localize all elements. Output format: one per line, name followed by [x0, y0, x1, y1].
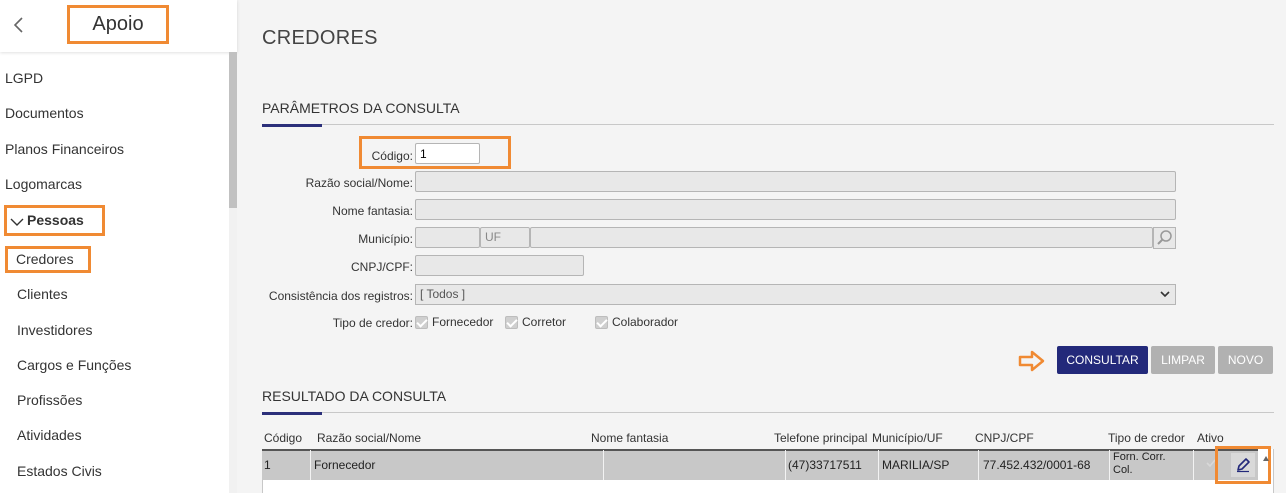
- cell-municipio: MARILIA/SP: [882, 458, 950, 472]
- chevron-down-icon: [1160, 291, 1170, 298]
- codigo-input[interactable]: [415, 143, 480, 164]
- cell-separator: [785, 450, 786, 480]
- results-section-divider: [262, 412, 1274, 413]
- app-root: Apoio LGPD Documentos Planos Financeiros…: [0, 0, 1286, 493]
- sidebar-item-investidores[interactable]: Investidores: [17, 319, 92, 341]
- cell-razao: Fornecedor: [314, 458, 376, 472]
- consultar-button[interactable]: CONSULTAR: [1057, 346, 1148, 374]
- cell-separator: [878, 450, 879, 480]
- cell-tipo-line1: Forn. Corr.: [1113, 451, 1166, 463]
- consistencia-label: Consistência dos registros:: [268, 289, 413, 303]
- arrow-right-icon: [1018, 350, 1045, 372]
- col-header-codigo[interactable]: Código: [264, 431, 302, 445]
- colaborador-checkbox[interactable]: [595, 316, 608, 329]
- cell-codigo: 1: [264, 458, 271, 472]
- chevron-left-icon[interactable]: [8, 12, 30, 38]
- col-header-municipio[interactable]: Município/UF: [872, 431, 943, 445]
- col-header-telefone[interactable]: Telefone principal: [774, 431, 867, 445]
- params-section-title: PARÂMETROS DA CONSULTA: [262, 100, 460, 116]
- col-header-tipo[interactable]: Tipo de credor: [1108, 431, 1185, 445]
- limpar-button[interactable]: LIMPAR: [1151, 346, 1215, 374]
- municipio-search-button[interactable]: [1153, 227, 1176, 249]
- sidebar-item-clientes[interactable]: Clientes: [17, 283, 68, 305]
- sidebar: Apoio LGPD Documentos Planos Financeiros…: [0, 0, 237, 493]
- col-header-fantasia[interactable]: Nome fantasia: [591, 431, 668, 445]
- sidebar-scrollbar-thumb[interactable]: [229, 52, 237, 208]
- results-section-accent: [262, 412, 322, 415]
- consistencia-select[interactable]: [ Todos ]: [415, 284, 1176, 305]
- codigo-label: Código:: [371, 149, 413, 163]
- colaborador-checkbox-label: Colaborador: [612, 315, 679, 329]
- chevron-down-icon: [10, 218, 24, 226]
- fantasia-input[interactable]: [415, 199, 1176, 220]
- params-section-divider: [262, 124, 1274, 125]
- scroll-up-icon[interactable]: [1262, 455, 1270, 463]
- sidebar-item-cargos-funcoes[interactable]: Cargos e Funções: [17, 354, 131, 376]
- fantasia-label: Nome fantasia:: [332, 204, 413, 218]
- corretor-checkbox[interactable]: [505, 316, 518, 329]
- sidebar-item-profissoes[interactable]: Profissões: [17, 389, 82, 411]
- sidebar-active-highlight: Credores: [5, 246, 91, 273]
- cell-separator: [603, 450, 604, 480]
- cell-separator: [1109, 450, 1110, 480]
- cell-telefone: (47)33717511: [788, 458, 862, 472]
- magnifier-icon: [1157, 230, 1172, 245]
- razao-label: Razão social/Nome:: [305, 176, 413, 190]
- municipio-name-input[interactable]: [530, 227, 1153, 248]
- sidebar-item-documentos[interactable]: Documentos: [5, 102, 84, 124]
- fornecedor-checkbox-label: Fornecedor: [432, 315, 494, 329]
- cell-separator: [310, 450, 311, 480]
- edit-button[interactable]: [1231, 453, 1255, 477]
- tipo-label: Tipo de credor:: [332, 316, 413, 330]
- corretor-checkbox-label: Corretor: [522, 315, 567, 329]
- municipio-label: Município:: [358, 232, 413, 246]
- cell-separator: [978, 450, 979, 480]
- pencil-icon: [1237, 458, 1250, 473]
- sidebar-title: Apoio: [92, 13, 144, 35]
- sidebar-item-logomarcas[interactable]: Logomarcas: [5, 173, 82, 195]
- razao-input[interactable]: [415, 171, 1176, 192]
- sidebar-header: Apoio: [0, 0, 237, 52]
- cnpj-label: CNPJ/CPF:: [350, 260, 413, 274]
- sidebar-item-atividades[interactable]: Atividades: [17, 424, 82, 446]
- sidebar-group-pessoas[interactable]: Pessoas: [7, 208, 102, 233]
- cell-tipo-line2: Col.: [1113, 464, 1133, 476]
- fornecedor-checkbox[interactable]: [415, 316, 428, 329]
- page-title: CREDORES: [262, 27, 378, 49]
- sidebar-group-label: Pessoas: [27, 212, 84, 228]
- sidebar-item-estados-civis[interactable]: Estados Civis: [17, 460, 102, 482]
- cell-tipo: Forn. Corr. Col.: [1113, 451, 1166, 477]
- cell-cnpj: 77.452.432/0001-68: [983, 458, 1091, 472]
- col-header-ativo[interactable]: Ativo: [1197, 431, 1224, 445]
- cnpj-input[interactable]: [415, 255, 584, 276]
- uf-input[interactable]: UF: [480, 227, 530, 248]
- sidebar-title-highlight: Apoio: [67, 5, 169, 44]
- sidebar-item-planos-financeiros[interactable]: Planos Financeiros: [5, 138, 124, 160]
- cell-separator: [1193, 450, 1194, 480]
- col-header-cnpj[interactable]: CNPJ/CPF: [975, 431, 1034, 445]
- consistencia-selected: [ Todos ]: [420, 287, 466, 301]
- col-header-razao[interactable]: Razão social/Nome: [317, 431, 421, 445]
- municipio-code-input[interactable]: [415, 227, 480, 248]
- sidebar-group-highlight: Pessoas: [4, 205, 105, 236]
- params-section-accent: [262, 124, 322, 127]
- sidebar-item-lgpd[interactable]: LGPD: [5, 67, 43, 89]
- sidebar-item-credores[interactable]: Credores: [8, 249, 88, 270]
- results-section-title: RESULTADO DA CONSULTA: [262, 388, 447, 404]
- novo-button[interactable]: NOVO: [1218, 346, 1273, 374]
